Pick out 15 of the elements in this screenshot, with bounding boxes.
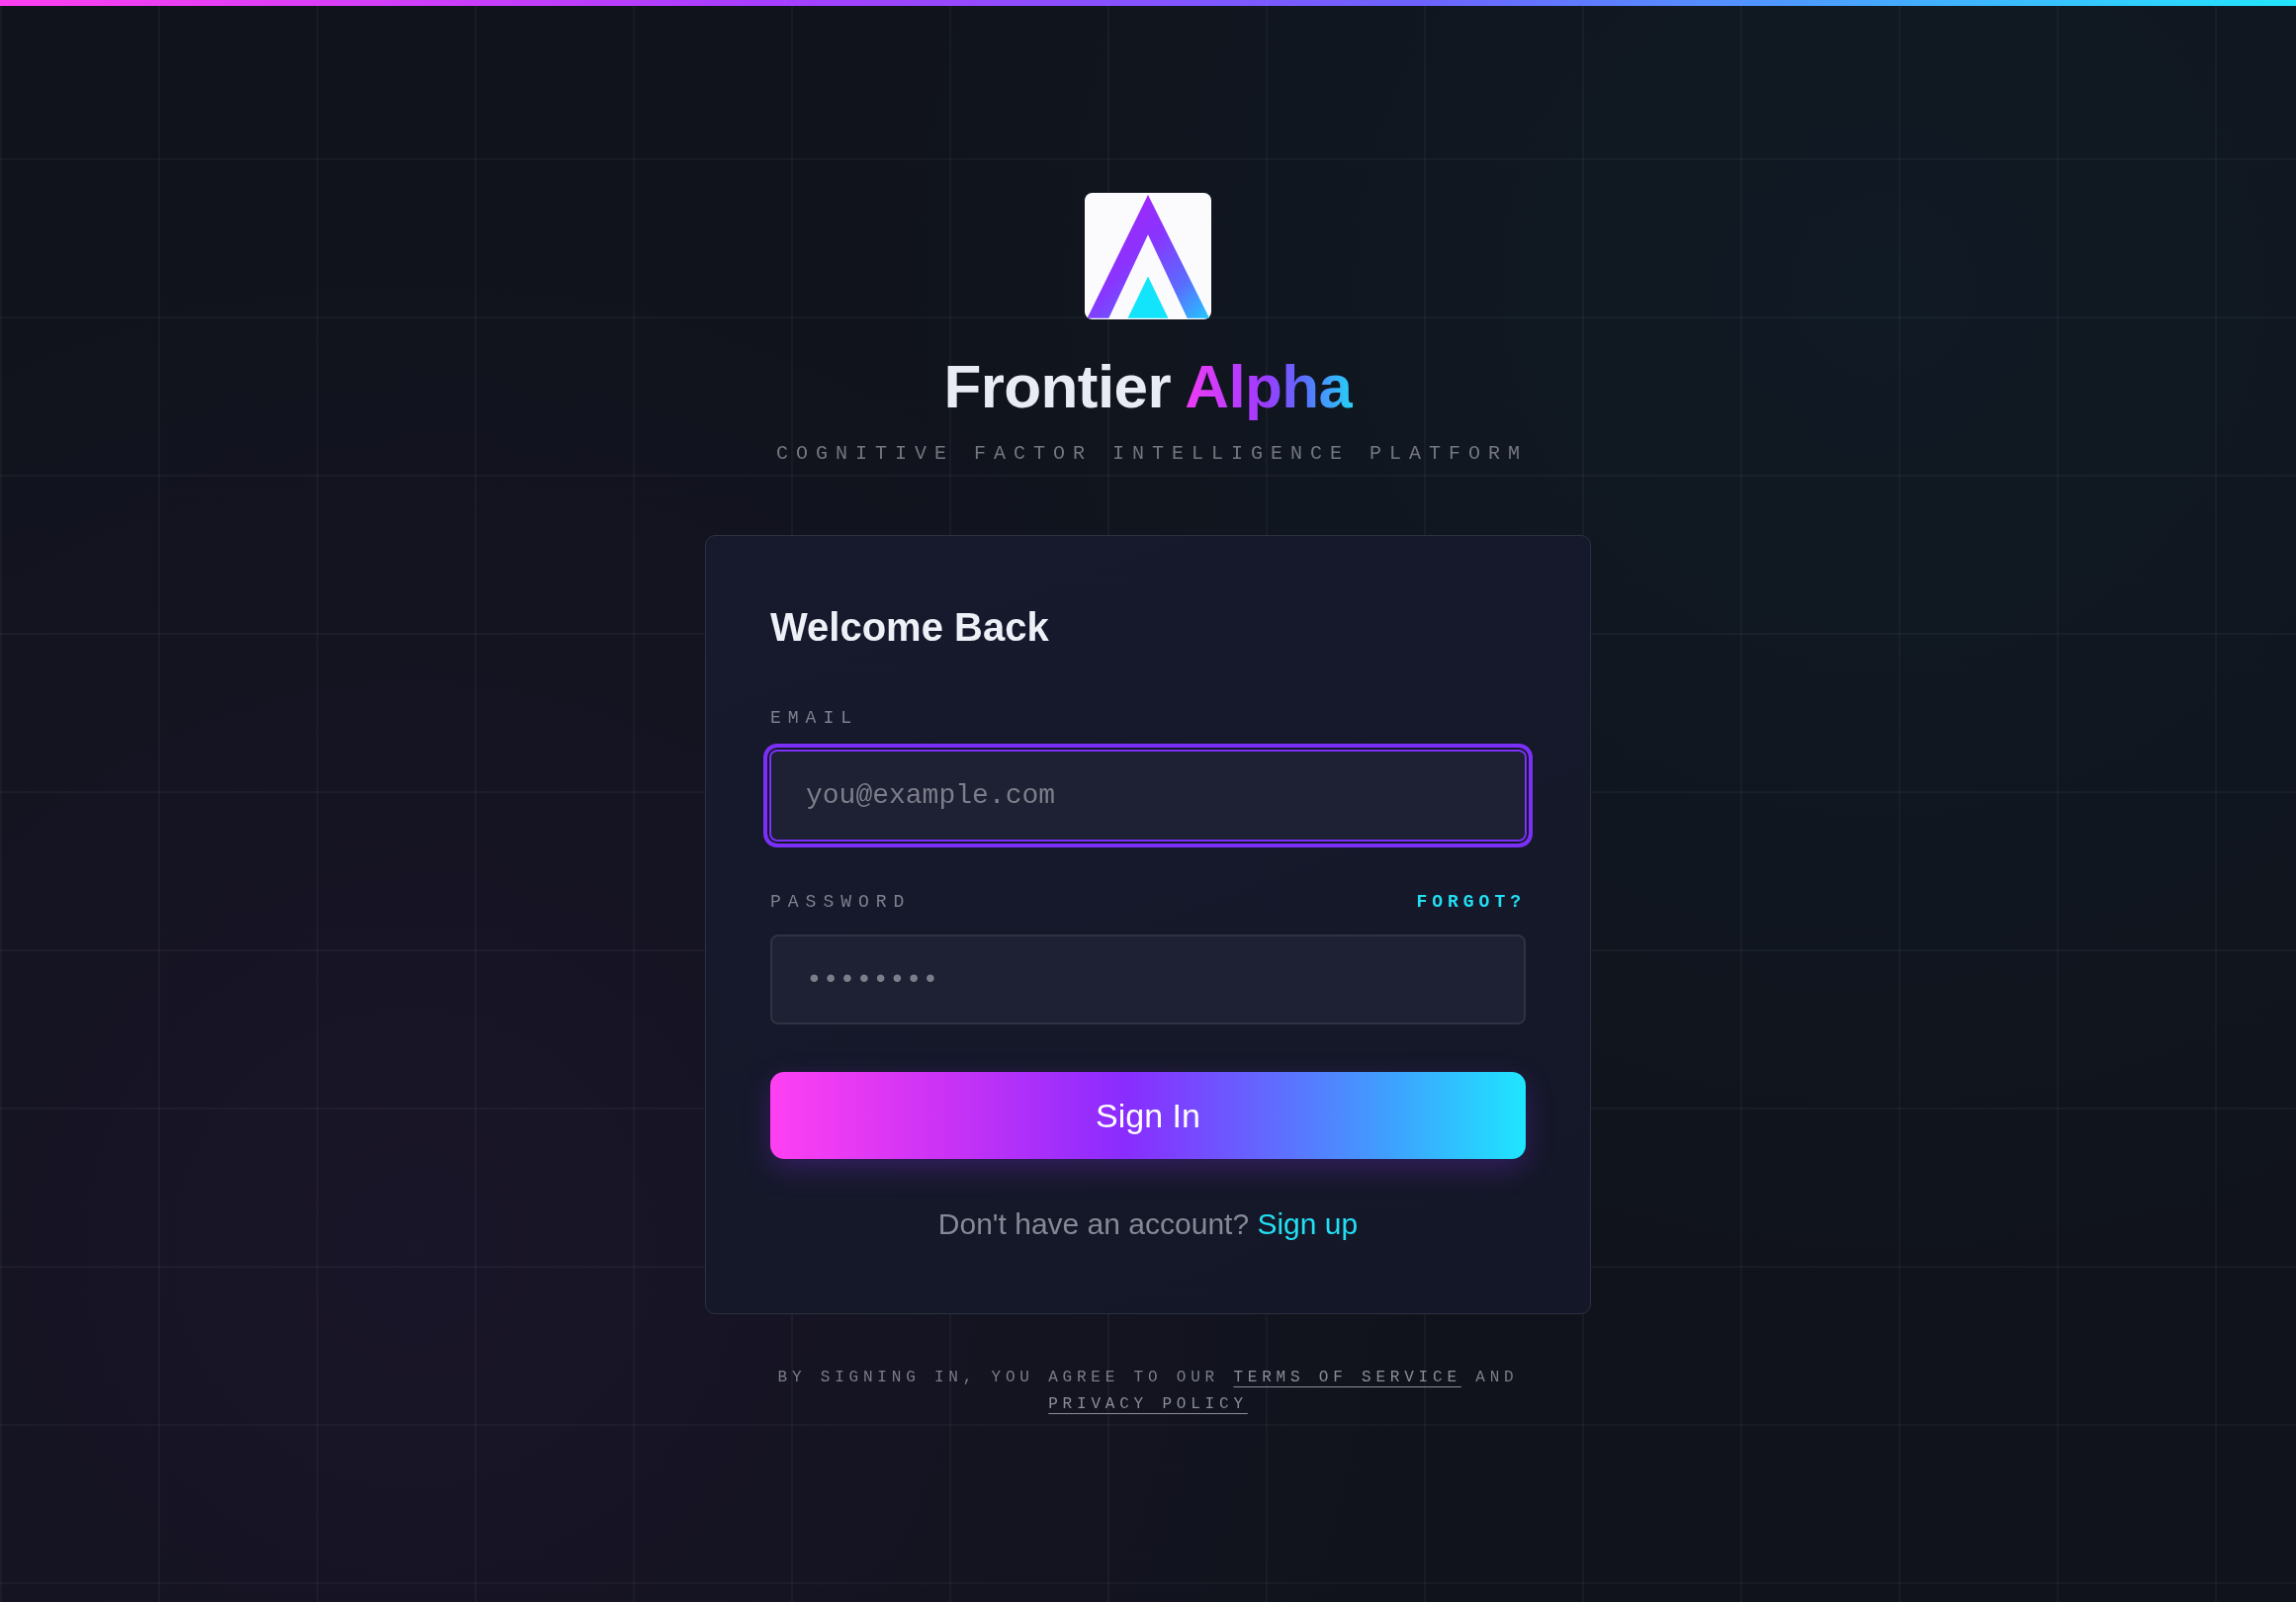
legal-link[interactable]: TERMS OF SERVICE [1233, 1369, 1461, 1386]
forgot-password-link[interactable]: FORGOT? [1416, 891, 1526, 913]
brand-title: Frontier [943, 352, 1171, 420]
legal-link[interactable]: PRIVACY POLICY [1048, 1395, 1248, 1413]
sign-in-button[interactable]: Sign In [770, 1072, 1526, 1159]
logo-icon [1085, 193, 1211, 319]
tagline-text: COGNITIVE FACTOR INTELLIGENCE PLATFORM [774, 442, 1529, 466]
input-field[interactable]: •••••••• [770, 934, 1526, 1024]
field-label: EMAIL [770, 707, 858, 729]
signup-prompt: Don't have an account? Sign up [936, 1206, 1360, 1242]
input-field[interactable]: you@example.com [763, 744, 1533, 847]
field-label: PASSWORD [770, 891, 912, 913]
card-title: Welcome Back [770, 604, 1050, 651]
signup-link[interactable]: Sign up [1257, 1207, 1359, 1240]
legal-text: BY SIGNING IN, YOU AGREE TO OUR TERMS OF SERVICE AND PRIVACY POLICY [776, 1368, 1520, 1415]
